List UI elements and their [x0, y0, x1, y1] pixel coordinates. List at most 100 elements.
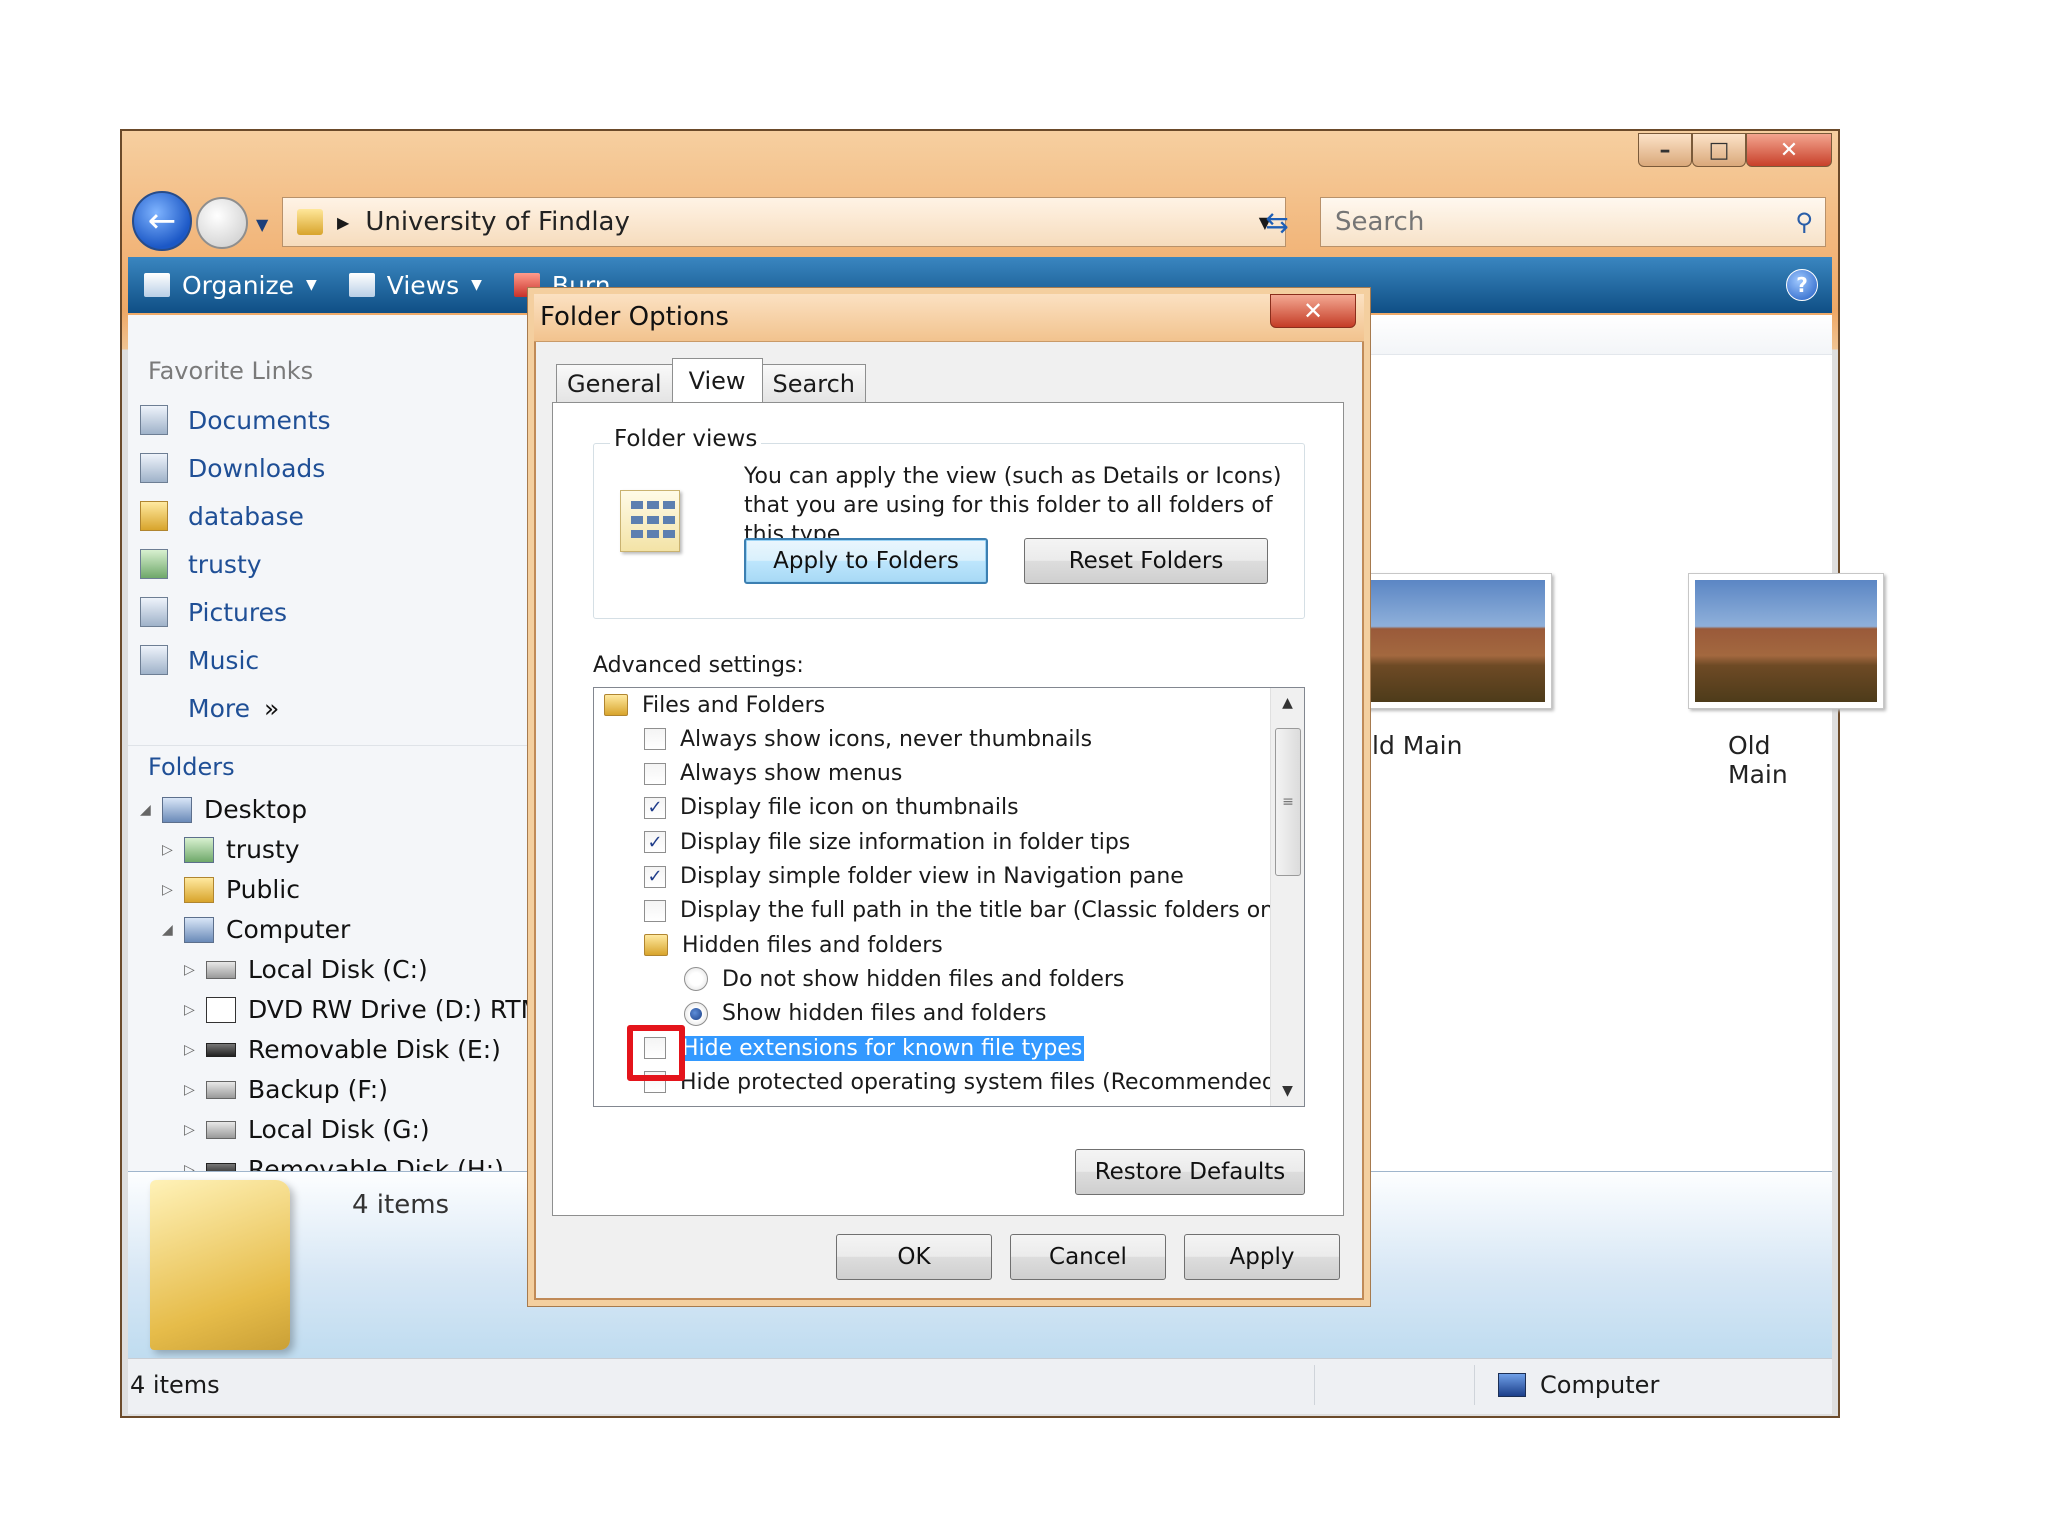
- favorite-label: Downloads: [188, 453, 326, 483]
- advanced-settings-list[interactable]: Files and Folders Always show icons, neve…: [593, 687, 1305, 1107]
- tree-item-removable-e[interactable]: ▷ Removable Disk (E:): [184, 1035, 501, 1064]
- item-count: 4 items: [352, 1190, 450, 1220]
- expand-icon[interactable]: ◢: [140, 802, 158, 818]
- collapse-icon[interactable]: ▷: [184, 1162, 202, 1172]
- tree-item-computer[interactable]: ◢ Computer: [162, 915, 350, 944]
- apply-to-folders-button[interactable]: Apply to Folders: [744, 538, 988, 584]
- radio-button[interactable]: [684, 967, 708, 992]
- tree-item-local-disk-c[interactable]: ▷ Local Disk (C:): [184, 955, 428, 984]
- setting-label: Always show menus: [680, 761, 903, 787]
- setting-row[interactable]: Hide protected operating system files (R…: [644, 1065, 1284, 1099]
- collapse-icon[interactable]: ▷: [162, 882, 180, 898]
- back-button[interactable]: ←: [132, 191, 192, 251]
- setting-row[interactable]: Always show menus: [644, 757, 902, 791]
- folder-views-icon: [620, 490, 680, 552]
- thumbnail-old-main-2[interactable]: [1688, 573, 1884, 709]
- forward-button[interactable]: [196, 197, 248, 249]
- setting-row[interactable]: ✓ Display file size information in folder…: [644, 825, 1130, 859]
- collapse-icon[interactable]: ▷: [184, 1122, 202, 1138]
- setting-row[interactable]: Hidden files and folders: [644, 928, 943, 962]
- tree-item-desktop[interactable]: ◢ Desktop: [140, 795, 307, 824]
- dialog-close-button[interactable]: ✕: [1270, 294, 1356, 328]
- dialog-title: Folder Options: [540, 302, 729, 332]
- tree-item-public[interactable]: ▷ Public: [162, 875, 300, 904]
- checkbox[interactable]: [644, 762, 666, 785]
- divider: [128, 745, 535, 746]
- tree-item-local-disk-g[interactable]: ▷ Local Disk (G:): [184, 1115, 430, 1144]
- setting-row[interactable]: Always show icons, never thumbnails: [644, 722, 1092, 756]
- search-box[interactable]: ⚲: [1320, 197, 1826, 247]
- checkbox[interactable]: [644, 899, 666, 922]
- restore-defaults-button[interactable]: Restore Defaults: [1075, 1149, 1305, 1195]
- thumbnail-label[interactable]: Old Main: [1728, 731, 1832, 789]
- favorite-link-pictures[interactable]: Pictures: [140, 597, 287, 627]
- favorite-label: Pictures: [188, 597, 287, 627]
- checkbox[interactable]: [644, 728, 666, 751]
- favorite-link-music[interactable]: Music: [140, 645, 259, 675]
- address-bar[interactable]: ▶ University of Findlay ▼: [282, 197, 1286, 247]
- setting-row[interactable]: Files and Folders: [604, 688, 825, 722]
- thumbnail-old-main-1[interactable]: [1356, 573, 1552, 709]
- collapse-icon[interactable]: ▷: [184, 1002, 202, 1018]
- views-icon: [348, 273, 375, 297]
- cancel-button[interactable]: Cancel: [1010, 1234, 1166, 1280]
- more-links[interactable]: More »: [140, 693, 279, 723]
- view-tab-panel: Folder views You can apply the view (suc…: [552, 402, 1344, 1216]
- collapse-icon[interactable]: ▷: [184, 1042, 202, 1058]
- apply-button[interactable]: Apply: [1184, 1234, 1340, 1280]
- setting-row[interactable]: ✓ Display file icon on thumbnails: [644, 791, 1019, 825]
- old-main-photo: [1363, 580, 1545, 702]
- setting-row[interactable]: Hide extensions for known file types: [644, 1031, 1085, 1065]
- recent-pages-dropdown[interactable]: ▼: [256, 215, 268, 234]
- setting-row[interactable]: ✓ Display simple folder view in Navigatio…: [644, 860, 1184, 894]
- vertical-scrollbar[interactable]: ▲ ≡ ▼: [1270, 688, 1304, 1106]
- ok-button[interactable]: OK: [836, 1234, 992, 1280]
- tree-label: Computer: [226, 915, 351, 944]
- checkbox[interactable]: ✓: [644, 865, 666, 888]
- collapse-icon[interactable]: ▷: [162, 842, 180, 858]
- scroll-down-icon[interactable]: ▼: [1271, 1076, 1304, 1106]
- close-button[interactable]: ✕: [1746, 133, 1832, 167]
- organize-button[interactable]: Organize ▼: [144, 271, 317, 300]
- setting-row[interactable]: Show hidden files and folders: [684, 997, 1046, 1031]
- collapse-icon[interactable]: ▷: [184, 1082, 202, 1098]
- tab-view[interactable]: View: [671, 358, 763, 402]
- tab-general[interactable]: General: [556, 364, 673, 402]
- tree-item-backup-f[interactable]: ▷ Backup (F:): [184, 1075, 388, 1104]
- search-input[interactable]: [1333, 206, 1733, 238]
- checkbox[interactable]: ✓: [644, 796, 666, 819]
- double-chevron-icon: »: [263, 693, 280, 723]
- setting-row[interactable]: Display the full path in the title bar (…: [644, 894, 1302, 928]
- favorite-link-database[interactable]: database: [140, 501, 304, 531]
- favorite-link-trusty[interactable]: trusty: [140, 549, 262, 579]
- tab-search[interactable]: Search: [761, 364, 866, 402]
- tree-item-removable-h[interactable]: ▷ Removable Disk (H:): [184, 1155, 504, 1171]
- search-icon[interactable]: ⚲: [1795, 208, 1813, 236]
- breadcrumb-arrow-icon[interactable]: ▶: [337, 213, 349, 232]
- radio-button[interactable]: [684, 1001, 708, 1026]
- favorite-link-downloads[interactable]: Downloads: [140, 453, 325, 483]
- tree-item-trusty[interactable]: ▷ trusty: [162, 835, 300, 864]
- refresh-icon[interactable]: ⇆: [1256, 201, 1298, 243]
- help-icon[interactable]: ?: [1786, 269, 1818, 301]
- tree-item-dvd-drive[interactable]: ▷ DVD RW Drive (D:) RTMS: [184, 995, 535, 1024]
- dialog-title-bar: Folder Options ✕: [534, 294, 1364, 342]
- setting-label: Always show icons, never thumbnails: [680, 726, 1093, 752]
- maximize-button[interactable]: □: [1692, 133, 1746, 167]
- scrollbar-thumb[interactable]: ≡: [1275, 728, 1301, 876]
- minimize-button[interactable]: –: [1638, 133, 1692, 167]
- expand-icon[interactable]: ◢: [162, 922, 180, 938]
- favorite-link-documents[interactable]: Documents: [140, 405, 331, 435]
- reset-folders-button[interactable]: Reset Folders: [1024, 538, 1268, 584]
- views-button[interactable]: Views ▼: [348, 271, 482, 300]
- thumbnail-label[interactable]: ld Main: [1372, 731, 1462, 760]
- divider: [1474, 1365, 1475, 1405]
- collapse-icon[interactable]: ▷: [184, 962, 202, 978]
- checkbox[interactable]: ✓: [644, 831, 666, 854]
- status-location: Computer: [1498, 1371, 1659, 1399]
- setting-row[interactable]: Do not show hidden files and folders: [684, 962, 1124, 996]
- scroll-up-icon[interactable]: ▲: [1271, 688, 1304, 718]
- chevron-down-icon: ▼: [306, 277, 317, 293]
- drive-icon: [206, 1080, 236, 1099]
- setting-label: Show hidden files and folders: [722, 1001, 1047, 1027]
